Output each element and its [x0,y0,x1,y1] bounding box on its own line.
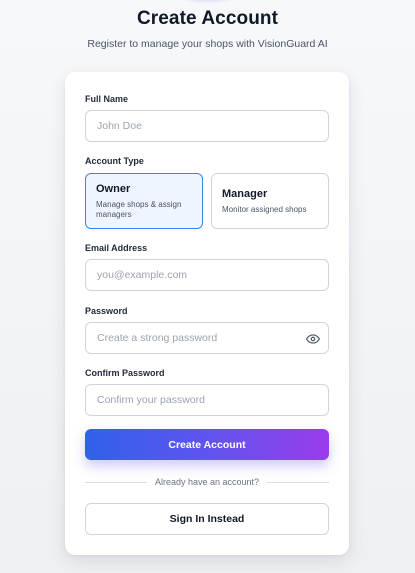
page-title: Create Account [136,8,279,29]
owner-title: Owner [96,183,131,195]
signup-card: Full Name John Doe Account Type Owner Ma… [65,72,349,555]
full-name-label: Full Name [85,94,129,104]
full-name-input[interactable]: John Doe [85,110,329,142]
owner-description: Manage shops & assign managers [96,200,182,219]
account-type-manager[interactable]: Manager Monitor assigned shops [211,173,329,229]
confirm-password-label: Confirm Password [85,368,165,378]
password-label: Password [85,306,128,316]
page-subtitle: Register to manage your shops with Visio… [87,38,328,50]
full-name-placeholder: John Doe [97,120,142,132]
email-input[interactable]: you@example.com [85,259,329,291]
account-type-label: Account Type [85,156,144,166]
manager-description: Monitor assigned shops [222,205,307,214]
sign-in-button[interactable]: Sign In Instead [85,503,329,535]
confirm-password-placeholder: Confirm your password [97,394,205,406]
password-placeholder: Create a strong password [97,332,218,344]
email-placeholder: you@example.com [97,269,188,281]
divider-line-left [85,481,147,483]
confirm-password-input[interactable]: Confirm your password [85,384,329,416]
manager-title: Manager [222,188,268,200]
divider-text: Already have an account? [154,477,260,487]
divider: Already have an account? [85,476,330,488]
create-account-button[interactable]: Create Account [85,429,329,460]
top-glow-decoration [172,0,242,4]
eye-icon[interactable] [306,332,320,346]
divider-line-right [267,481,330,483]
account-type-owner[interactable]: Owner Manage shops & assign managers [85,173,203,229]
password-input[interactable]: Create a strong password [85,322,329,354]
email-label: Email Address [85,243,148,253]
